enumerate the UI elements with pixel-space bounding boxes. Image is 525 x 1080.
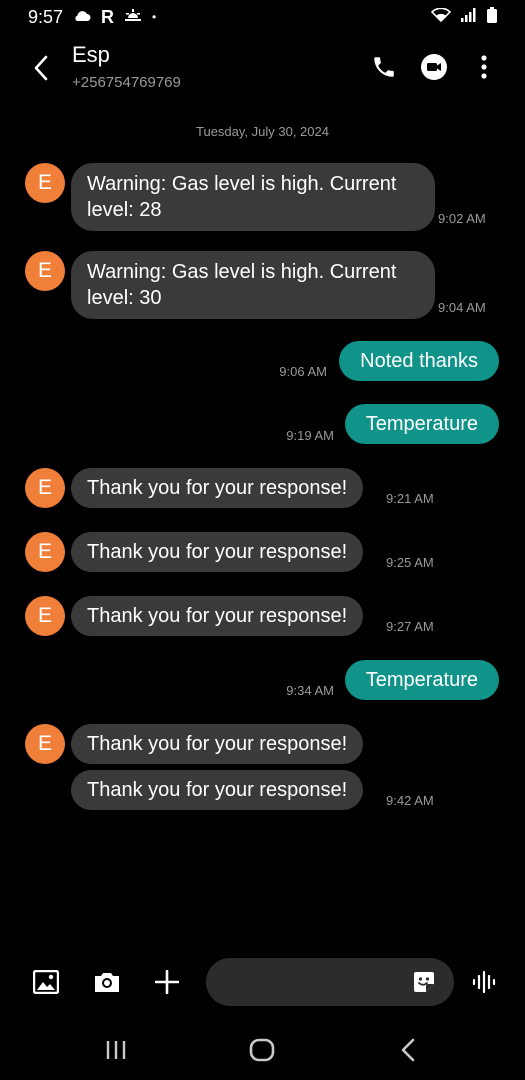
message-bubble-outgoing[interactable]: Noted thanks <box>339 341 499 381</box>
contact-avatar[interactable]: E <box>25 724 65 764</box>
system-navigation-bar <box>0 1020 525 1080</box>
home-button[interactable] <box>242 1032 282 1068</box>
contact-avatar[interactable]: E <box>25 163 65 203</box>
message-bubble-incoming[interactable]: Warning: Gas level is high. Current leve… <box>71 251 435 319</box>
back-nav-icon <box>401 1038 415 1062</box>
add-attachment-button[interactable] <box>147 962 187 1002</box>
message-timestamp: 9:02 AM <box>438 211 486 226</box>
message-bubble-outgoing[interactable]: Temperature <box>344 404 499 444</box>
status-bar: 9:57 R • <box>0 0 525 34</box>
message-bubble-outgoing[interactable]: Temperature <box>344 660 499 700</box>
sticker-button[interactable] <box>410 968 438 996</box>
contact-avatar[interactable]: E <box>25 596 65 636</box>
status-left: 9:57 R • <box>28 7 156 28</box>
voice-recorder-icon <box>472 970 496 994</box>
cloud-icon <box>73 7 91 27</box>
camera-icon <box>95 973 119 992</box>
contact-name[interactable]: Esp <box>72 42 110 68</box>
message-timestamp: 9:06 AM <box>279 364 327 379</box>
message-timestamp: 9:04 AM <box>438 300 486 315</box>
contact-avatar[interactable]: E <box>25 251 65 291</box>
call-icon <box>374 57 394 77</box>
more-options-button[interactable] <box>467 50 501 84</box>
video-call-button[interactable] <box>417 50 451 84</box>
message-bubble-incoming[interactable]: Thank you for your response! <box>71 532 364 572</box>
add-icon <box>155 970 179 994</box>
home-icon <box>249 1038 275 1062</box>
gallery-icon <box>33 970 59 994</box>
message-bubble-incoming[interactable]: Thank you for your response! <box>71 596 364 636</box>
signal-icon <box>461 7 477 27</box>
message-timestamp: 9:42 AM <box>386 793 434 808</box>
video-call-icon <box>421 54 447 80</box>
status-time: 9:57 <box>28 6 64 27</box>
battery-icon <box>487 6 497 28</box>
status-dot: • <box>152 10 157 24</box>
message-timestamp: 9:21 AM <box>386 491 434 506</box>
conversation-header: Esp +256754769769 <box>0 36 525 100</box>
sticker-icon <box>414 972 434 992</box>
r-app-icon: R <box>101 6 115 27</box>
message-timestamp: 9:27 AM <box>386 619 434 634</box>
back-nav-button[interactable] <box>388 1032 428 1068</box>
recent-apps-icon <box>106 1041 126 1059</box>
camera-button[interactable] <box>87 962 127 1002</box>
gallery-button[interactable] <box>26 962 66 1002</box>
message-timestamp: 9:25 AM <box>386 555 434 570</box>
message-timestamp: 9:34 AM <box>286 683 334 698</box>
date-divider: Tuesday, July 30, 2024 <box>196 124 329 139</box>
message-timestamp: 9:19 AM <box>286 428 334 443</box>
message-bubble-incoming[interactable]: Warning: Gas level is high. Current leve… <box>71 163 435 231</box>
status-right <box>430 6 497 28</box>
contact-avatar[interactable]: E <box>25 468 65 508</box>
contact-avatar[interactable]: E <box>25 532 65 572</box>
message-bubble-incoming[interactable]: Thank you for your response! <box>71 724 364 764</box>
message-bubble-incoming[interactable]: Thank you for your response! <box>71 468 364 508</box>
voice-recorder-button[interactable] <box>465 962 505 1002</box>
call-button[interactable] <box>367 50 401 84</box>
message-composer <box>0 952 525 1012</box>
wifi-icon <box>430 7 452 27</box>
more-options-icon <box>481 55 487 79</box>
back-button[interactable] <box>26 50 56 86</box>
chevron-left-icon <box>34 55 48 81</box>
sunrise-icon <box>124 7 142 27</box>
recent-apps-button[interactable] <box>96 1032 136 1068</box>
message-bubble-incoming[interactable]: Thank you for your response! <box>71 770 364 810</box>
contact-number: +256754769769 <box>72 74 181 91</box>
